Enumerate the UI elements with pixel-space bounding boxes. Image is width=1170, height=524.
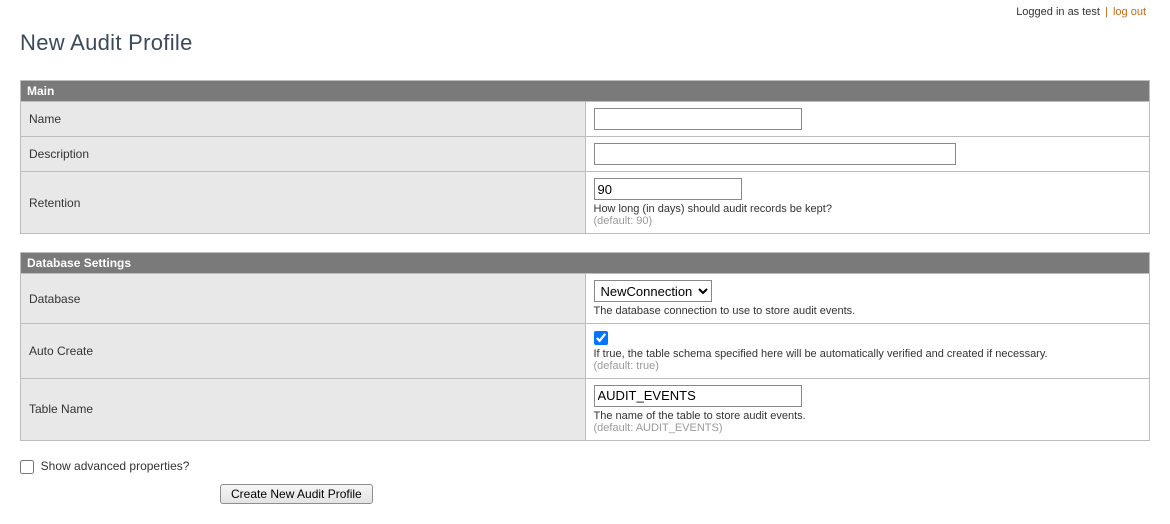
- section-main: Main Name Description Retention How long…: [20, 80, 1150, 234]
- label-description: Description: [21, 137, 586, 172]
- topbar: Logged in as test | log out: [20, 0, 1150, 18]
- logged-in-text: Logged in as test: [1016, 6, 1100, 18]
- section-main-heading: Main: [21, 81, 1150, 102]
- label-table-name: Table Name: [21, 378, 586, 440]
- topbar-separator: |: [1105, 6, 1108, 18]
- label-retention: Retention: [21, 172, 586, 234]
- label-name: Name: [21, 102, 586, 137]
- create-button[interactable]: Create New Audit Profile: [220, 484, 373, 504]
- label-auto-create: Auto Create: [21, 324, 586, 379]
- retention-default: (default: 90): [594, 215, 1142, 227]
- auto-create-default: (default: true): [594, 360, 1142, 372]
- name-input[interactable]: [594, 108, 802, 130]
- table-name-input[interactable]: [594, 385, 802, 407]
- section-database-settings: Database Settings Database NewConnection…: [20, 252, 1150, 441]
- retention-help: How long (in days) should audit records …: [594, 203, 1142, 215]
- auto-create-checkbox[interactable]: [594, 331, 608, 345]
- retention-input[interactable]: [594, 178, 742, 200]
- database-help: The database connection to use to store …: [594, 305, 1142, 317]
- logout-link[interactable]: log out: [1113, 6, 1146, 18]
- database-select[interactable]: NewConnection: [594, 280, 712, 302]
- show-advanced-row: Show advanced properties?: [20, 459, 1150, 474]
- show-advanced-checkbox[interactable]: [20, 460, 34, 474]
- show-advanced-label: Show advanced properties?: [41, 459, 190, 473]
- table-name-default: (default: AUDIT_EVENTS): [594, 422, 1142, 434]
- page-title: New Audit Profile: [20, 30, 1150, 56]
- table-name-help: The name of the table to store audit eve…: [594, 410, 1142, 422]
- auto-create-help: If true, the table schema specified here…: [594, 348, 1142, 360]
- description-input[interactable]: [594, 143, 956, 165]
- section-db-heading: Database Settings: [21, 253, 1150, 274]
- label-database: Database: [21, 274, 586, 324]
